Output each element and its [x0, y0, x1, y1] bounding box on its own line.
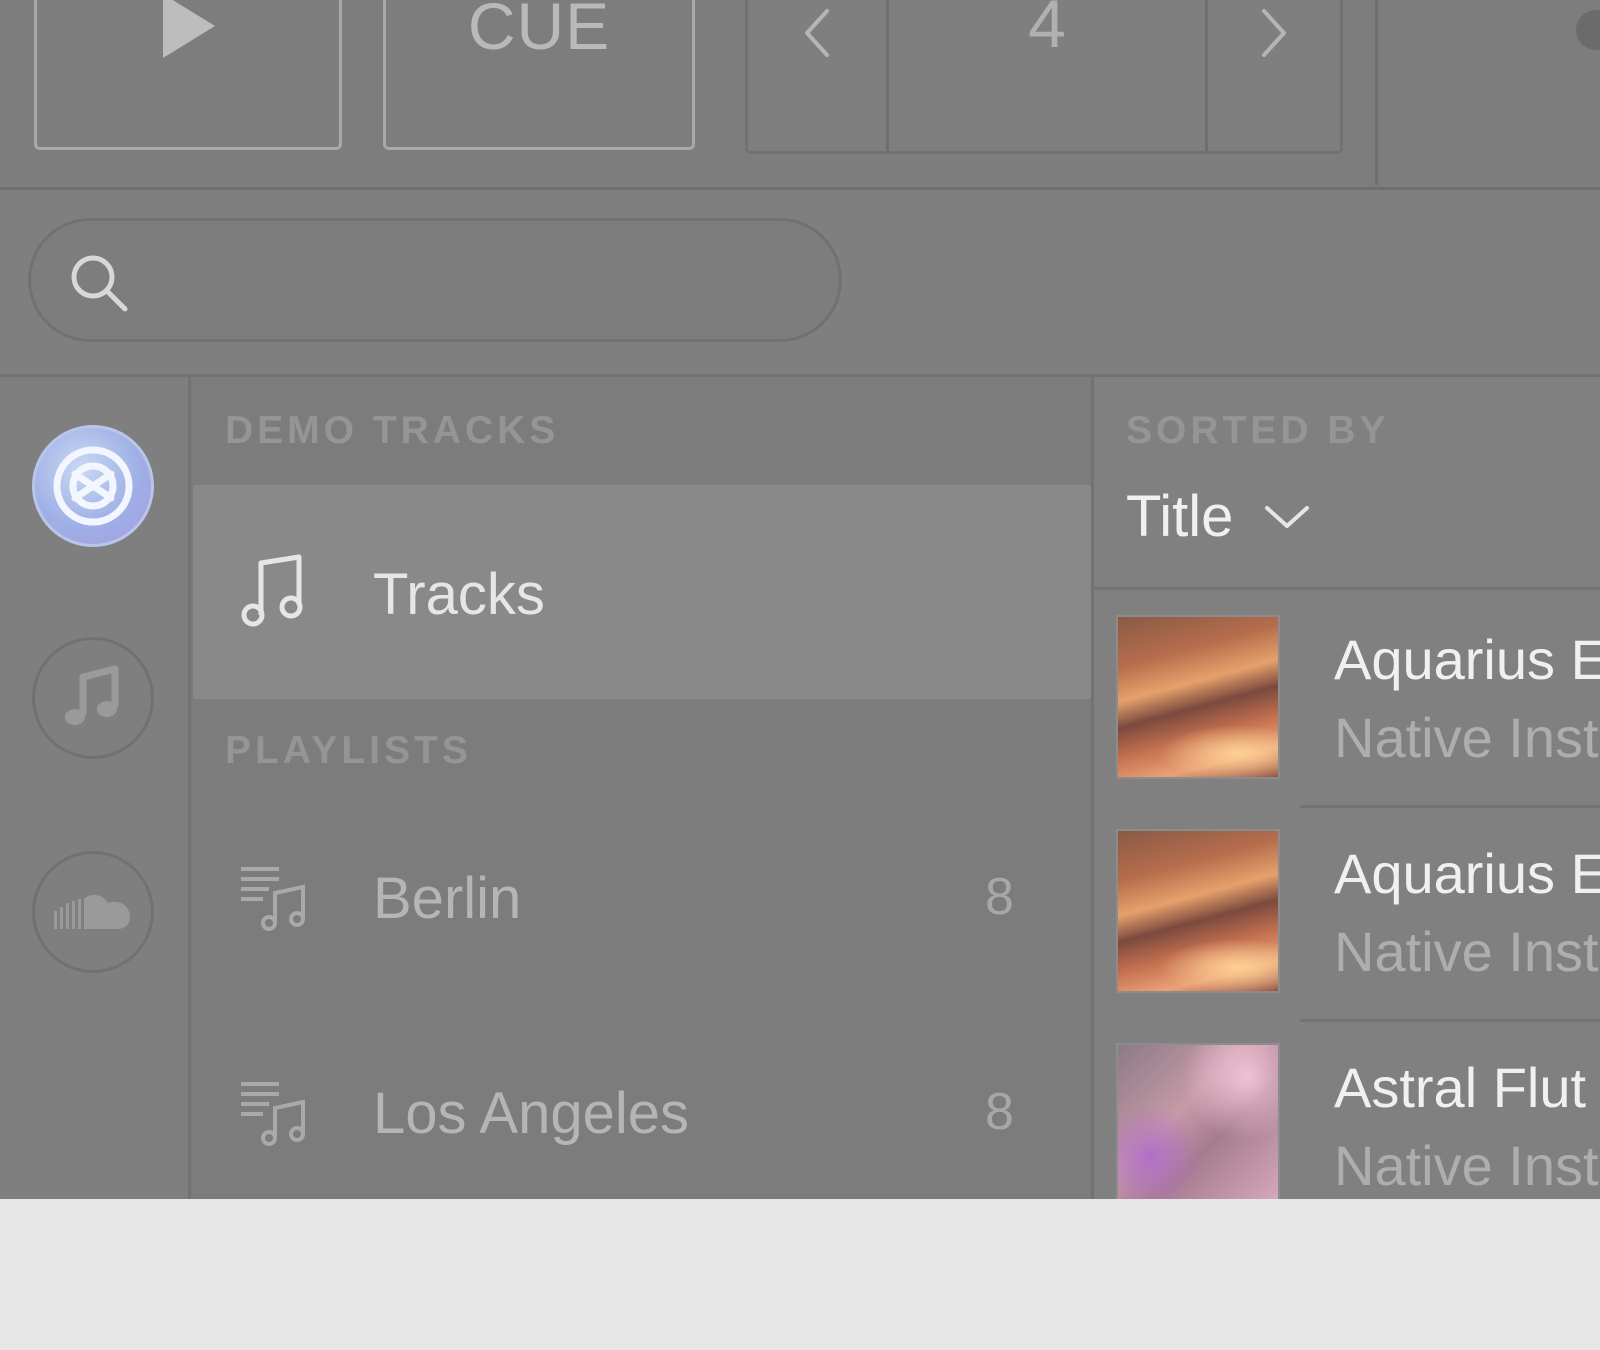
playlist-icon	[241, 867, 305, 931]
album-art	[1118, 831, 1278, 991]
track-title: Astral Flut	[1334, 1056, 1587, 1119]
traktor-logo-icon	[53, 446, 133, 526]
music-note-icon	[241, 554, 303, 627]
loop-increase-button[interactable]	[1208, 0, 1340, 151]
track-row[interactable]: Aquarius E Native Inst	[1094, 617, 1600, 831]
loop-size-display: 4	[889, 0, 1208, 151]
track-artist: Native Inst	[1334, 706, 1599, 769]
playlists-header: PLAYLISTS	[225, 729, 472, 772]
search-icon	[71, 255, 128, 312]
search-input[interactable]	[151, 251, 795, 313]
collection-pane: DEMO TRACKS Tracks PLAYLISTS Berlin 8 Lo…	[191, 377, 1094, 1199]
loop-decrease-button[interactable]	[748, 0, 889, 151]
loop-size-control: 4	[745, 0, 1343, 154]
soundcloud-icon	[54, 894, 130, 929]
playlist-label: Los Angeles	[373, 1081, 690, 1146]
list-divider	[1094, 587, 1600, 590]
track-row[interactable]: Astral Flut Native Inst	[1094, 1045, 1600, 1199]
loop-size-value: 4	[1028, 0, 1066, 62]
transport-divider	[1375, 0, 1378, 185]
collection-item-tracks[interactable]: Tracks	[193, 485, 1091, 699]
sync-toggle[interactable]	[1576, 10, 1600, 50]
playlist-icon	[241, 1082, 305, 1146]
playlist-item-berlin[interactable]: Berlin 8	[193, 807, 1091, 1021]
track-artist: Native Inst	[1334, 1134, 1599, 1197]
source-local-music-button[interactable]	[32, 637, 154, 759]
chevron-left-icon	[805, 9, 829, 57]
sort-value: Title	[1126, 484, 1234, 549]
chevron-down-icon	[1265, 505, 1310, 528]
transport-bar: CUE 4	[0, 0, 1600, 190]
row-divider	[1300, 1019, 1600, 1022]
track-row[interactable]: Aquarius E Native Inst	[1094, 831, 1600, 1045]
track-list: SORTED BY Title Aquarius E Native Inst A…	[1094, 377, 1600, 1199]
tracks-label: Tracks	[373, 562, 545, 627]
playlist-item-los-angeles[interactable]: Los Angeles 8	[193, 1022, 1091, 1199]
search-field[interactable]	[28, 218, 842, 342]
row-divider	[1300, 805, 1600, 808]
track-artist: Native Inst	[1334, 920, 1599, 983]
app-window: CUE 4 DEMO TRACKS Tracks PLAYLISTS Berli…	[0, 0, 1600, 1199]
music-note-icon	[65, 665, 119, 725]
playlist-label: Berlin	[373, 866, 522, 931]
source-traktor-button[interactable]	[32, 425, 154, 547]
source-rail	[0, 377, 191, 1199]
playlist-count: 8	[985, 1083, 1014, 1141]
album-art	[1118, 1045, 1278, 1199]
play-icon	[163, 0, 215, 58]
chevron-right-icon	[1262, 9, 1286, 57]
album-art	[1118, 617, 1278, 777]
play-button[interactable]	[34, 0, 342, 150]
sort-dropdown[interactable]: Title	[1126, 483, 1311, 550]
cue-label: CUE	[467, 0, 611, 63]
track-title: Aquarius E	[1334, 842, 1600, 905]
search-bar	[0, 190, 1600, 377]
sorted-by-label: SORTED BY	[1126, 409, 1390, 452]
playlist-count: 8	[985, 868, 1014, 926]
source-soundcloud-button[interactable]	[32, 851, 154, 973]
cue-button[interactable]: CUE	[383, 0, 695, 150]
demo-tracks-header: DEMO TRACKS	[225, 409, 560, 452]
track-title: Aquarius E	[1334, 628, 1600, 691]
